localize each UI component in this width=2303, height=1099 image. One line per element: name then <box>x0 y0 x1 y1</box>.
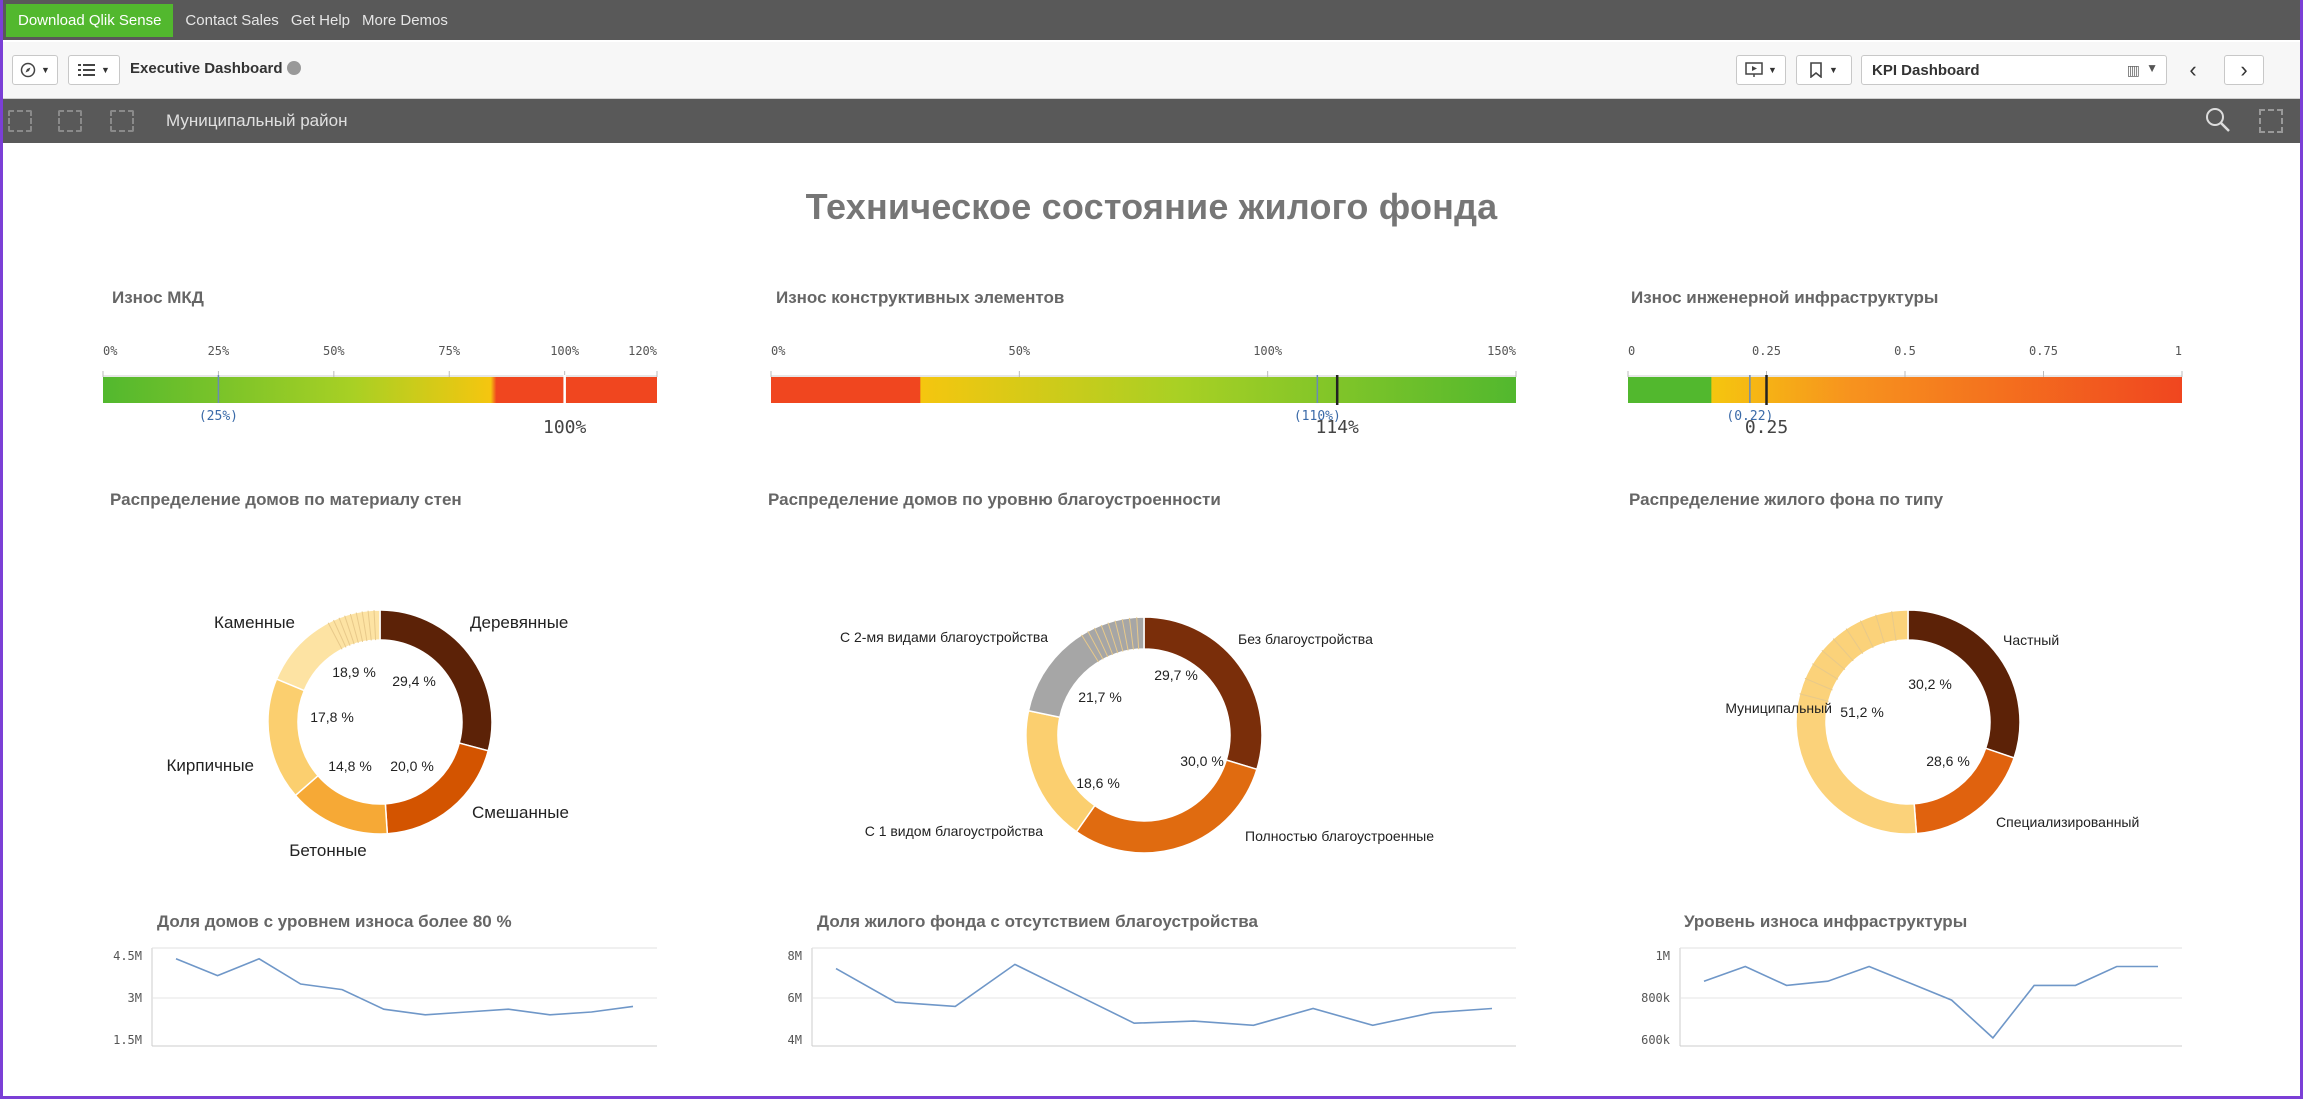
line-chart-y-tick: 1.5M <box>113 1033 142 1047</box>
donut-slice-name: С 2-мя видами благоустройства <box>840 629 1048 645</box>
line-chart-series <box>175 957 634 1016</box>
donut-slice-name: Каменные <box>214 613 295 632</box>
donut-slice <box>1025 709 1096 833</box>
donut-slice-percent: 18,6 % <box>1076 775 1120 791</box>
donut-slice-percent: 14,8 % <box>328 758 372 774</box>
donut-slice-name: Муниципальный <box>1725 700 1832 716</box>
donut-slice-name: Частный <box>2003 632 2059 648</box>
line-title-wear: Доля домов с уровнем износа более 80 % <box>157 912 512 931</box>
donut-slice-percent: 51,2 % <box>1840 704 1884 720</box>
line-chart-y-tick: 4.5M <box>113 949 142 963</box>
donut-slice-percent: 30,2 % <box>1908 676 1952 692</box>
donut-slice-name: Без благоустройства <box>1238 631 1373 647</box>
donut-slice <box>267 678 320 797</box>
donut-slice-name: Специализированный <box>1996 814 2139 830</box>
line-chart-series <box>835 963 1493 1027</box>
donut-slice <box>1075 759 1258 854</box>
line-chart-y-tick: 1M <box>1656 949 1670 963</box>
donut-slice-name: Деревянные <box>470 613 568 632</box>
donut-slice-percent: 17,8 % <box>310 709 354 725</box>
donut-slice-name: Смешанные <box>472 803 569 822</box>
donut-slice <box>294 774 389 835</box>
line-chart-y-tick: 8M <box>788 949 802 963</box>
donut-slice-percent: 30,0 % <box>1180 753 1224 769</box>
line-chart-y-tick: 600k <box>1641 1033 1671 1047</box>
donut-charts: Деревянные 29,4 % Смешанные 20,0 % Бетонные 1… <box>167 609 2139 860</box>
donut-slice-name: Кирпичные <box>167 756 254 775</box>
donut-slice-name: С 1 видом благоустройства <box>865 823 1044 839</box>
donut-slice-percent: 21,7 % <box>1078 689 1122 705</box>
line-title-no-amenities: Доля жилого фонда с отсутствием благоуст… <box>817 912 1258 931</box>
donut-slice-percent: 29,4 % <box>392 673 436 689</box>
line-chart-y-tick: 800k <box>1641 991 1671 1005</box>
line-chart-series <box>1703 965 2158 1040</box>
donut-slice-name: Полностью благоустроенные <box>1245 828 1434 844</box>
donut-slice-percent: 29,7 % <box>1154 667 1198 683</box>
donut-slice-name: Бетонные <box>289 841 367 860</box>
donut-slice-percent: 28,6 % <box>1926 753 1970 769</box>
donut-slice-percent: 20,0 % <box>390 758 434 774</box>
donut-slice-percent: 18,9 % <box>332 664 376 680</box>
line-chart-y-tick: 3M <box>128 991 142 1005</box>
line-chart-y-tick: 6M <box>788 991 802 1005</box>
line-chart-y-tick: 4M <box>788 1033 802 1047</box>
line-title-infra: Уровень износа инфраструктуры <box>1684 912 1968 931</box>
